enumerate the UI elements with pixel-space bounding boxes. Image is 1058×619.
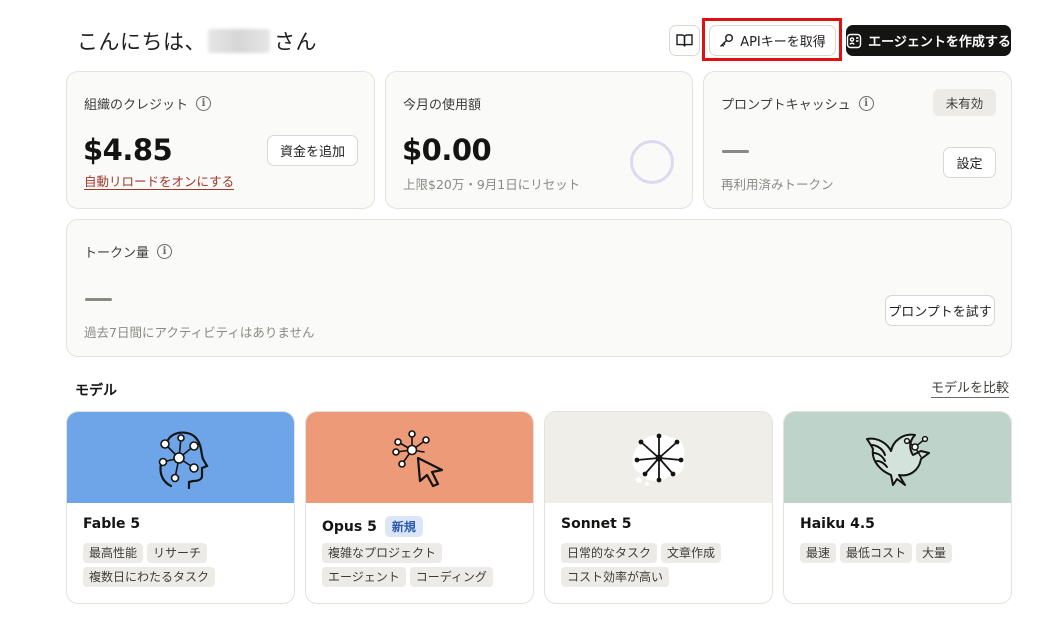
- model-art: [306, 412, 533, 503]
- prompt-cache-title-row: プロンプトキャッシュ i: [721, 94, 874, 113]
- usage-limit-text: 上限$20万・9月1日にリセット: [403, 177, 581, 192]
- model-tag: コスト効率が高い: [561, 567, 670, 587]
- model-tag: リサーチ: [147, 543, 208, 563]
- info-icon[interactable]: i: [157, 244, 173, 259]
- model-tags: 複雑なプロジェクト エージェント コーディング: [322, 543, 527, 587]
- head-network-icon: [158, 431, 209, 489]
- model-name-text: Fable 5: [83, 516, 141, 532]
- usage-progress-ring: [630, 140, 674, 184]
- prompt-cache-subtitle: 再利用済みトークン: [721, 177, 834, 192]
- usage-card: 今月の使用額 $0.00 上限$20万・9月1日にリセット: [385, 71, 693, 209]
- compare-models-link[interactable]: モデルを比較: [931, 381, 1010, 398]
- token-usage-card: トークン量 i 過去7日間にアクティビティはありません プロンプトを試す: [66, 219, 1012, 357]
- prompt-cache-title: プロンプトキャッシュ: [721, 98, 851, 113]
- model-name-text: Sonnet 5: [561, 516, 632, 532]
- credits-title: 組織のクレジット: [84, 98, 189, 113]
- model-tag: 大量: [916, 543, 953, 563]
- create-agent-label: エージェントを作成する: [868, 35, 1011, 50]
- model-name: Opus 5 新規: [322, 516, 423, 537]
- model-tags: 最高性能 リサーチ 複数日にわたるタスク: [83, 543, 288, 587]
- starburst-cloud-icon: [631, 433, 684, 486]
- cursor-network-icon: [391, 429, 443, 487]
- model-art: [784, 412, 1011, 503]
- greeting-suffix: さん: [274, 30, 317, 54]
- try-prompt-button[interactable]: プロンプトを試す: [885, 295, 995, 326]
- docs-button[interactable]: [669, 25, 700, 56]
- credits-card: 組織のクレジット i $4.85 資金を追加 自動リロードをオンにする: [66, 71, 375, 209]
- models-section-title: モデル: [75, 383, 117, 399]
- cache-settings-button[interactable]: 設定: [943, 147, 996, 178]
- tokens-empty-text: 過去7日間にアクティビティはありません: [84, 325, 315, 340]
- info-icon[interactable]: i: [196, 96, 212, 111]
- model-name-text: Opus 5: [322, 518, 377, 535]
- usage-value: $0.00: [402, 133, 492, 167]
- user-name-redacted: [208, 29, 270, 53]
- model-name: Sonnet 5: [561, 516, 631, 532]
- model-tag: 複雑なプロジェクト: [322, 543, 443, 563]
- bird-icon: [865, 433, 930, 486]
- empty-value-dash: [85, 298, 112, 301]
- model-name: Haiku 4.5: [800, 516, 875, 532]
- key-icon: [720, 34, 734, 47]
- model-card-opus[interactable]: Opus 5 新規 複雑なプロジェクト エージェント コーディング: [305, 411, 534, 604]
- credits-title-row: 組織のクレジット i: [84, 94, 212, 113]
- prompt-cache-card: プロンプトキャッシュ i 未有効 設定 再利用済みトークン: [703, 71, 1012, 209]
- book-icon: [676, 34, 693, 47]
- model-tags: 最速 最低コスト 大量: [800, 543, 1005, 563]
- model-tag: エージェント: [322, 567, 406, 587]
- model-tag: 日常的なタスク: [561, 543, 658, 563]
- usage-title: 今月の使用額: [403, 98, 482, 113]
- model-card-sonnet[interactable]: Sonnet 5 日常的なタスク 文章作成 コスト効率が高い: [544, 411, 773, 604]
- new-badge: 新規: [384, 516, 423, 537]
- usage-title-row: 今月の使用額: [403, 94, 481, 113]
- tokens-title-row: トークン量 i: [84, 242, 173, 261]
- status-badge: 未有効: [933, 89, 996, 116]
- model-card-fable[interactable]: Fable 5 最高性能 リサーチ 複数日にわたるタスク: [66, 411, 295, 604]
- model-tag: 複数日にわたるタスク: [83, 567, 216, 587]
- model-tag: 最速: [800, 543, 837, 563]
- get-api-key-button[interactable]: APIキーを取得: [709, 25, 836, 56]
- add-funds-button[interactable]: 資金を追加: [267, 135, 358, 166]
- model-tag: 文章作成: [661, 543, 722, 563]
- auto-reload-link[interactable]: 自動リロードをオンにする: [84, 174, 235, 190]
- greeting: こんにちは、 さん: [77, 26, 317, 56]
- empty-value-dash: [722, 150, 749, 153]
- model-name-text: Haiku 4.5: [800, 516, 875, 532]
- tokens-title: トークン量: [84, 246, 150, 261]
- info-icon[interactable]: i: [858, 96, 874, 111]
- model-tag: 最低コスト: [840, 543, 913, 563]
- model-art: [67, 412, 294, 503]
- model-tags: 日常的なタスク 文章作成 コスト効率が高い: [561, 543, 766, 587]
- greeting-prefix: こんにちは、: [77, 30, 206, 54]
- agent-icon: [846, 33, 862, 48]
- model-art: [545, 412, 772, 503]
- model-name: Fable 5: [83, 516, 140, 532]
- create-agent-button[interactable]: エージェントを作成する: [846, 25, 1011, 56]
- credits-value: $4.85: [83, 133, 173, 167]
- model-card-haiku[interactable]: Haiku 4.5 最速 最低コスト 大量: [783, 411, 1012, 604]
- get-api-key-label: APIキーを取得: [740, 35, 826, 50]
- model-tag: コーディング: [409, 567, 493, 587]
- model-tag: 最高性能: [83, 543, 144, 563]
